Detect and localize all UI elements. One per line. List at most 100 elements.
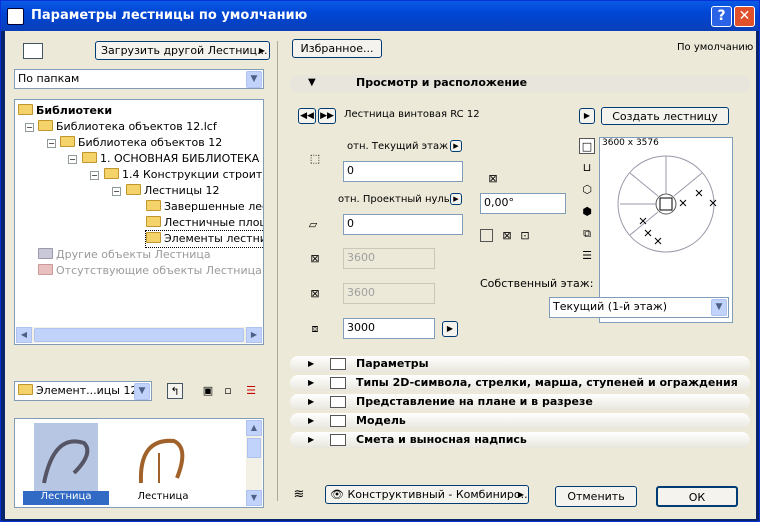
spiral-stair-plan-icon xyxy=(617,155,717,253)
tree-item[interactable]: Библиотека объектов 12 xyxy=(60,135,222,151)
object-thumbnails[interactable]: Лестница Лестница ▲ ▼ xyxy=(14,418,264,508)
collapse-icon[interactable]: − xyxy=(47,139,56,148)
tree-item[interactable]: Завершенные лестн xyxy=(146,199,263,215)
tree-item[interactable]: Библиотека объектов 12.lcf xyxy=(38,119,217,135)
section-plan-section[interactable]: ▶ Представление на плане и в разрезе xyxy=(290,394,750,410)
width-input[interactable]: 3600 xyxy=(343,248,435,269)
side-view-icon[interactable]: ⊔ xyxy=(579,160,595,176)
home-floor-select[interactable]: Текущий (1-й этаж) ▼ xyxy=(549,297,729,318)
help-button[interactable]: ? xyxy=(711,6,732,27)
height-menu[interactable]: ▶ xyxy=(442,321,458,337)
object-menu-button[interactable]: ▶ xyxy=(579,108,595,124)
collapse-icon[interactable]: − xyxy=(25,123,34,132)
scroll-thumb[interactable] xyxy=(247,438,261,458)
thumbs-vscrollbar[interactable]: ▲ ▼ xyxy=(246,420,262,506)
chevron-down-icon[interactable]: ▼ xyxy=(711,299,727,316)
rel-floor-label: отн. Текущий этаж xyxy=(347,141,449,152)
tree-item[interactable]: Лестницы 12 xyxy=(126,183,220,199)
zero-elevation-icon: ▱ xyxy=(308,218,318,231)
collapse-icon[interactable]: − xyxy=(68,155,77,164)
scroll-left-icon[interactable]: ◀ xyxy=(16,327,32,343)
window-title: Параметры лестницы по умолчанию xyxy=(31,8,308,23)
folder-icon xyxy=(18,384,33,395)
defaults-label: По умолчанию xyxy=(677,42,754,53)
layer-select[interactable]: 👁 Конструктивный - Комбиниро... ▶ xyxy=(325,485,529,504)
prev-object-button[interactable]: ◀◀ xyxy=(298,108,316,124)
listing-icon xyxy=(330,434,346,446)
library-tree[interactable]: Библиотеки − Библиотека объектов 12.lcf … xyxy=(14,99,264,345)
home-floor-value: Текущий (1-й этаж) xyxy=(553,300,668,313)
folder-select-value: Элемент...ицы 12 xyxy=(36,384,138,397)
rel-zero-label: отн. Проектный нуль xyxy=(338,194,450,205)
collapse-icon[interactable]: − xyxy=(112,187,121,196)
rel-floor-input[interactable]: 0 xyxy=(343,161,463,182)
tree-hscrollbar[interactable]: ◀ ▶ xyxy=(16,327,262,343)
tree-item-selected[interactable]: Элементы лестниц xyxy=(144,230,263,248)
depth-input[interactable]: 3600 xyxy=(343,283,435,304)
list-view-icon[interactable]: ☰ xyxy=(579,248,595,264)
model-icon xyxy=(330,415,346,427)
folder-icon xyxy=(38,248,53,259)
section-model[interactable]: ▶ Модель xyxy=(290,413,750,429)
rotation-angle-icon: ⊠ xyxy=(488,172,498,185)
scroll-thumb[interactable] xyxy=(34,328,244,342)
tree-item[interactable]: 1. ОСНОВНАЯ БИБЛИОТЕКА 12 xyxy=(82,151,263,167)
folder-icon xyxy=(82,152,97,163)
rel-floor-menu[interactable]: ▶ xyxy=(450,140,462,152)
thumb-selected-image[interactable] xyxy=(34,423,98,491)
tree-item[interactable]: Лестничные площа xyxy=(146,215,263,231)
small-icons-icon[interactable]: ▫ xyxy=(220,383,236,399)
scroll-up-icon[interactable]: ▲ xyxy=(246,420,262,436)
height-icon: ⧈ xyxy=(311,322,319,335)
section-label: Параметры xyxy=(356,357,429,370)
rel-zero-input[interactable]: 0 xyxy=(343,214,463,235)
scroll-down-icon[interactable]: ▼ xyxy=(246,490,262,506)
large-icons-icon[interactable]: ▣ xyxy=(200,383,216,399)
tree-item[interactable]: Библиотеки xyxy=(18,103,112,119)
folder-icon xyxy=(146,232,161,243)
view-mode-icon[interactable] xyxy=(23,43,43,59)
ok-button[interactable]: ОК xyxy=(656,486,738,507)
thumb-label: Лестница xyxy=(23,491,109,505)
mirror-x-icon[interactable]: ⊠ xyxy=(499,228,515,244)
section-2d-symbol[interactable]: ▶ Типы 2D-символа, стрелки, марша, ступен… xyxy=(290,375,750,391)
folder-icon xyxy=(38,120,53,131)
section-parameters[interactable]: ▶ Параметры xyxy=(290,356,750,372)
thumb-image[interactable] xyxy=(129,423,193,491)
cancel-button[interactable]: Отменить xyxy=(555,486,637,507)
mirror-none-icon[interactable] xyxy=(480,229,493,242)
load-library-label: Загрузить другой Лестниц... xyxy=(101,44,268,57)
shaded-view-icon[interactable]: ⬢ xyxy=(579,204,595,220)
view-select[interactable]: По папкам ▼ xyxy=(14,69,264,89)
section-listing[interactable]: ▶ Смета и выносная надпись xyxy=(290,432,750,448)
arrow-right-icon: ▶ xyxy=(258,46,265,55)
next-object-button[interactable]: ▶▶ xyxy=(318,108,336,124)
list-view-icon[interactable]: ☰ xyxy=(243,383,259,399)
folder-icon xyxy=(38,264,53,275)
arrow-right-icon: ▶ xyxy=(517,490,524,499)
parameters-view-icon[interactable]: ⧉ xyxy=(579,226,595,242)
collapse-icon[interactable]: − xyxy=(90,171,99,180)
mirror-y-icon[interactable]: ⊡ xyxy=(517,228,533,244)
section-view[interactable]: ▼ Просмотр и расположение xyxy=(290,75,750,93)
tree-item[interactable]: 1.4 Конструкции строитель xyxy=(104,167,263,183)
height-input[interactable]: 3000 xyxy=(343,318,435,339)
scroll-right-icon[interactable]: ▶ xyxy=(246,327,262,343)
create-stair-button[interactable]: Создать лестницу xyxy=(601,107,729,125)
angle-input[interactable]: 0,00° xyxy=(480,193,566,214)
folder-up-icon[interactable]: ↰ xyxy=(167,383,183,399)
tree-item[interactable]: Другие объекты Лестница xyxy=(38,247,211,263)
symbol-icon xyxy=(330,377,346,389)
spiral-stair-icon xyxy=(42,439,90,484)
folder-select[interactable]: Элемент...ицы 12 ▼ xyxy=(14,381,152,401)
load-library-button[interactable]: Загрузить другой Лестниц... ▶ xyxy=(95,41,270,60)
chevron-down-icon[interactable]: ▼ xyxy=(134,383,150,400)
rel-zero-menu[interactable]: ▶ xyxy=(450,193,462,205)
axon-view-icon[interactable]: ⬡ xyxy=(579,182,595,198)
tree-item[interactable]: Отсутствующие объекты Лестница xyxy=(38,263,262,279)
view-select-value: По папкам xyxy=(18,72,80,85)
favorites-button[interactable]: Избранное... xyxy=(292,39,382,58)
chevron-down-icon[interactable]: ▼ xyxy=(246,71,262,88)
plan-view-icon[interactable]: □ xyxy=(579,138,595,154)
close-button[interactable]: ✕ xyxy=(734,6,755,27)
